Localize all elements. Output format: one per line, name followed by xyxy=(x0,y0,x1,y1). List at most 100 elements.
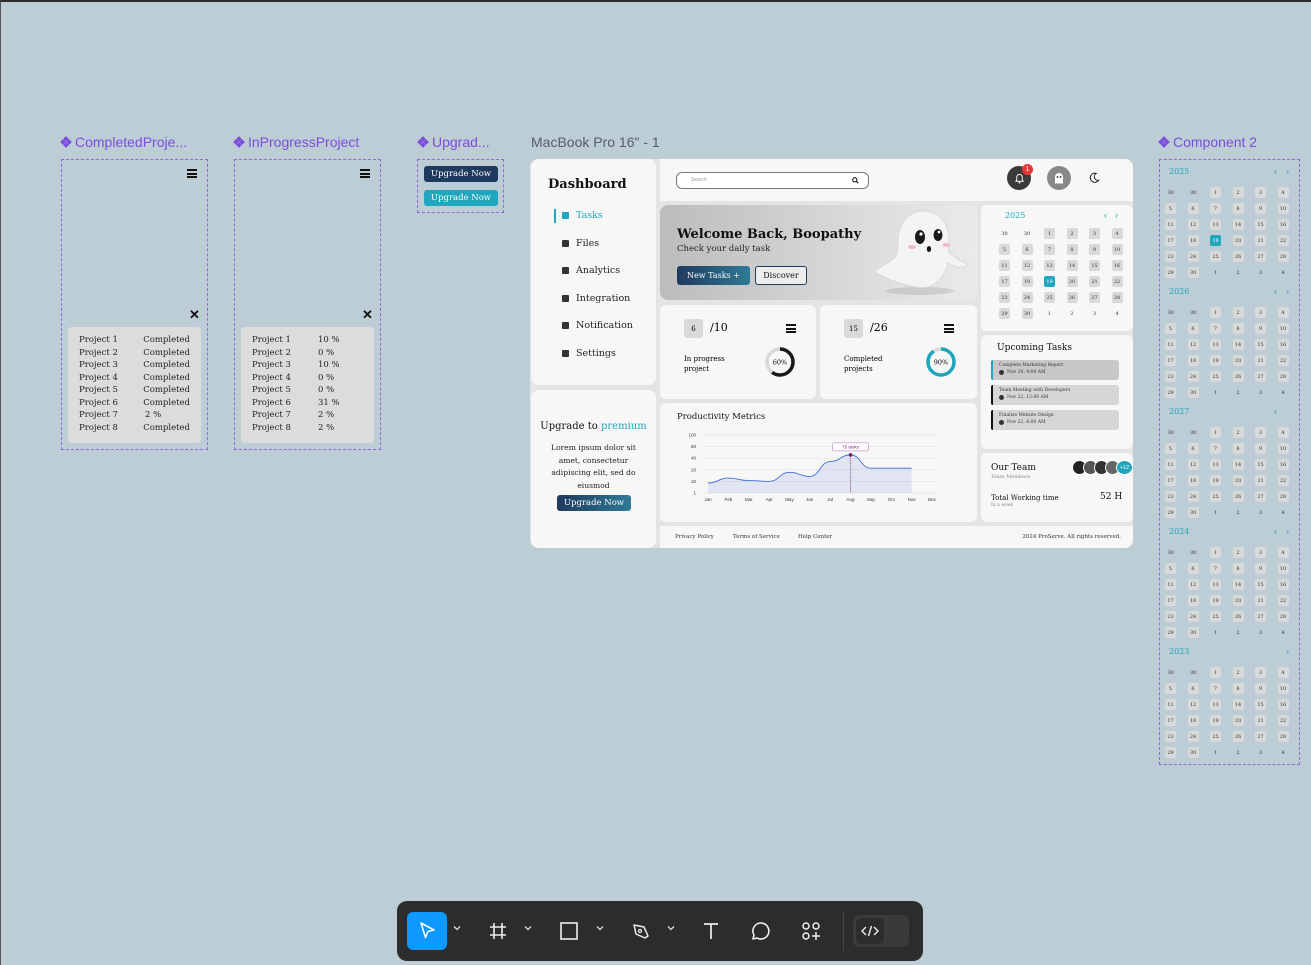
calendar-day[interactable]: 5 xyxy=(1165,323,1176,334)
calendar-day[interactable]: 26 xyxy=(1232,371,1244,382)
calendar-day[interactable]: 12 xyxy=(1187,579,1199,590)
calendar-day[interactable]: 21 xyxy=(1255,235,1266,246)
dev-mode-toggle[interactable] xyxy=(853,915,909,947)
upgrade-button-component[interactable]: Upgrade Now Upgrade Now xyxy=(417,159,504,213)
calendar-day[interactable]: 25 xyxy=(1210,251,1221,262)
calendar-next-icon[interactable]: › xyxy=(1286,286,1289,296)
menu-icon[interactable] xyxy=(360,169,370,178)
calendar-day[interactable]: 2 xyxy=(1232,547,1244,558)
avatar[interactable] xyxy=(1047,166,1071,190)
calendar-day[interactable]: 11 xyxy=(1165,699,1176,710)
calendar-day[interactable]: 15 xyxy=(1255,459,1266,470)
team-avatars[interactable]: +12 xyxy=(1072,460,1133,475)
calendar-day[interactable]: 6 xyxy=(1187,563,1199,574)
calendar-prev-icon[interactable]: ‹ xyxy=(1274,526,1277,536)
calendar-day[interactable]: 22 xyxy=(1277,595,1289,606)
calendar-day[interactable]: 4 xyxy=(1111,228,1123,239)
calendar-day[interactable]: 2 xyxy=(1233,747,1244,758)
rectangle-tool[interactable] xyxy=(550,912,588,950)
calendar-day[interactable]: 30 xyxy=(1187,267,1199,278)
calendar-day[interactable]: 19 xyxy=(1044,276,1055,287)
calendar-day[interactable]: 14 xyxy=(1232,699,1244,710)
calendar-next-icon[interactable]: › xyxy=(1115,210,1118,220)
upgrade-now-button[interactable]: Upgrade Now xyxy=(557,495,631,511)
calendar-day[interactable]: 7 xyxy=(1210,203,1221,214)
calendar-day[interactable]: 17 xyxy=(1165,355,1176,366)
calendar-day[interactable]: 22 xyxy=(1277,475,1289,486)
calendar-day[interactable]: 3 xyxy=(1255,667,1266,678)
calendar-day[interactable]: 24 xyxy=(1187,731,1199,742)
calendar-day[interactable]: 4 xyxy=(1277,547,1289,558)
calendar-day[interactable]: 29 xyxy=(1165,387,1176,398)
close-icon[interactable]: ✕ xyxy=(362,307,373,323)
calendar-day[interactable]: 1 xyxy=(1210,387,1221,398)
calendar-day[interactable]: 4 xyxy=(1277,187,1289,198)
notification-button[interactable]: 1 xyxy=(1007,164,1033,190)
calendar-day[interactable]: 30 xyxy=(1165,307,1176,318)
calendar-day[interactable]: 3 xyxy=(1089,308,1100,319)
calendar-day[interactable]: 4 xyxy=(1277,667,1289,678)
calendar-day[interactable]: 14 xyxy=(1232,459,1244,470)
calendar-day[interactable]: 3 xyxy=(1089,228,1100,239)
calendar-day[interactable]: 30 xyxy=(1165,667,1176,678)
frame-label-inprogress[interactable]: InProgressProject xyxy=(233,134,359,150)
calendar-day[interactable]: 27 xyxy=(1255,611,1266,622)
moon-icon[interactable] xyxy=(1089,172,1100,183)
calendar-day[interactable]: 5 xyxy=(1165,683,1176,694)
calendar-day[interactable]: 18 xyxy=(1187,235,1199,246)
calendar-day[interactable]: 24 xyxy=(1187,611,1199,622)
footer-link[interactable]: Privacy Policy xyxy=(675,534,714,540)
actions-tool[interactable] xyxy=(792,912,830,950)
calendar-day[interactable]: 23 xyxy=(1165,251,1176,262)
calendar-day[interactable]: 27 xyxy=(1255,491,1266,502)
calendar-day[interactable]: 10 xyxy=(1111,244,1123,255)
calendar-day[interactable]: 30 xyxy=(1165,547,1176,558)
calendar-day[interactable]: 6 xyxy=(1021,244,1033,255)
calendar-day[interactable]: 10 xyxy=(1277,563,1289,574)
calendar-day[interactable]: 9 xyxy=(1089,244,1100,255)
calendar-day[interactable]: 7 xyxy=(1210,563,1221,574)
calendar-day[interactable]: 14 xyxy=(1066,260,1078,271)
calendar-day[interactable]: 16 xyxy=(1277,219,1289,230)
calendar-day[interactable]: 9 xyxy=(1255,443,1266,454)
calendar-day[interactable]: 27 xyxy=(1089,292,1100,303)
calendar-prev-icon[interactable]: ‹ xyxy=(1274,286,1277,296)
chevron-down-icon[interactable] xyxy=(595,923,605,933)
calendar-day[interactable]: 15 xyxy=(1255,699,1266,710)
search-input[interactable]: Search xyxy=(676,172,869,189)
calendar-day[interactable]: 6 xyxy=(1187,443,1199,454)
calendar-day[interactable]: 1 xyxy=(1210,747,1221,758)
calendar-day[interactable]: 30 xyxy=(1188,427,1199,438)
calendar-day[interactable]: 30 xyxy=(999,228,1010,239)
frame-label-upgrade[interactable]: Upgrad... xyxy=(417,134,490,150)
calendar-day[interactable]: 8 xyxy=(1232,323,1244,334)
calendar-day[interactable]: 14 xyxy=(1232,339,1244,350)
calendar-day[interactable]: 11 xyxy=(999,260,1010,271)
nav-item-integration[interactable]: Integration xyxy=(562,293,630,304)
calendar-day[interactable]: 12 xyxy=(1021,260,1033,271)
menu-icon[interactable] xyxy=(187,169,197,178)
calendar-day[interactable]: 13 xyxy=(1210,219,1221,230)
calendar-day[interactable]: 18 xyxy=(1187,715,1199,726)
calendar-day[interactable]: 3 xyxy=(1255,627,1266,638)
component2-calendars[interactable]: 2025 ‹ › 30 30 1 2 3 4 5 6 7 8 9 10 11 12 13 14 15 16 17 18 19 2… xyxy=(1159,159,1300,765)
calendar-day[interactable]: 4 xyxy=(1278,627,1289,638)
calendar-day[interactable]: 1 xyxy=(1210,507,1221,518)
calendar-day[interactable]: 29 xyxy=(1165,267,1176,278)
upcoming-task-item[interactable]: Team Meeting with Developers Nov 22, 12:0… xyxy=(991,385,1119,405)
close-icon[interactable]: ✕ xyxy=(189,307,200,323)
calendar-day[interactable]: 28 xyxy=(1277,371,1289,382)
calendar-day[interactable]: 25 xyxy=(1210,731,1221,742)
calendar-day[interactable]: 26 xyxy=(1232,731,1244,742)
calendar-day[interactable]: 26 xyxy=(1232,611,1244,622)
calendar-day[interactable]: 26 xyxy=(1232,251,1244,262)
calendar-day[interactable]: 12 xyxy=(1187,339,1199,350)
menu-icon[interactable] xyxy=(944,324,954,333)
calendar-day[interactable]: 3 xyxy=(1255,187,1266,198)
calendar-day[interactable]: 2 xyxy=(1233,627,1244,638)
calendar-day[interactable]: 25 xyxy=(1210,371,1221,382)
calendar-day[interactable]: 10 xyxy=(1277,683,1289,694)
calendar-day[interactable]: 25 xyxy=(1044,292,1055,303)
calendar-day[interactable]: 19 xyxy=(1210,595,1221,606)
calendar-day[interactable]: 13 xyxy=(1210,459,1221,470)
